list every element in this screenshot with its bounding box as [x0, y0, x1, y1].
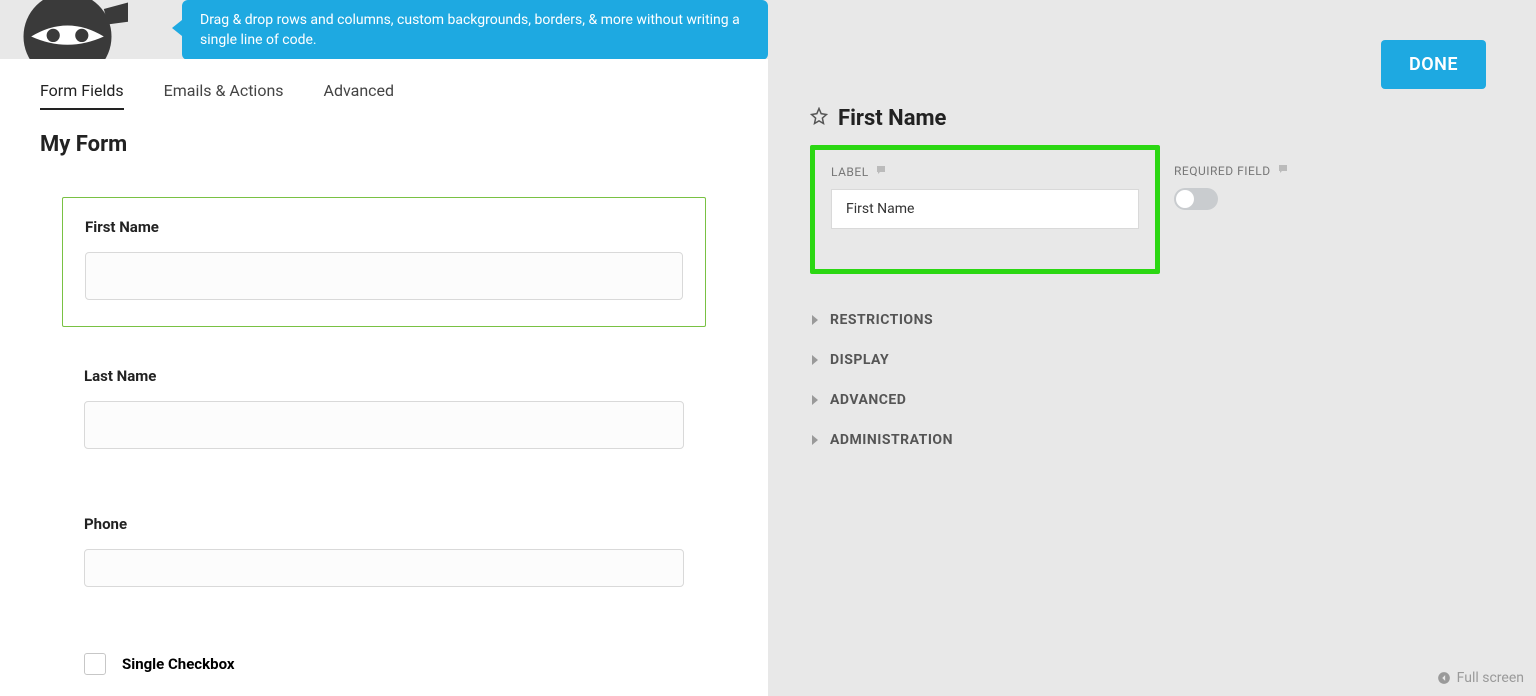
tooltip-text: Drag & drop rows and columns, custom bac… [200, 12, 740, 48]
fullscreen-label: Full screen [1457, 670, 1524, 686]
label-caption-text: LABEL [831, 165, 869, 179]
tab-advanced[interactable]: Advanced [324, 81, 395, 110]
chevron-right-icon [810, 395, 820, 405]
chevron-right-icon [810, 315, 820, 325]
checkbox-icon [84, 653, 106, 675]
required-caption-text: REQUIRED FIELD [1174, 164, 1271, 178]
accordion-label: ADVANCED [830, 392, 906, 408]
chevron-right-icon [810, 355, 820, 365]
accordion-list: RESTRICTIONS DISPLAY ADVANCED ADMINISTRA… [810, 300, 1510, 460]
accordion-label: DISPLAY [830, 352, 889, 368]
tab-emails-actions[interactable]: Emails & Actions [164, 81, 284, 110]
accordion-label: RESTRICTIONS [830, 312, 933, 328]
top-brand-bar: Drag & drop rows and columns, custom bac… [0, 0, 768, 59]
accordion-display[interactable]: DISPLAY [810, 340, 1510, 380]
required-caption: REQUIRED FIELD [1174, 163, 1289, 178]
settings-sidebar: DONE First Name LABEL [768, 0, 1536, 696]
form-canvas: Form Fields Emails & Actions Advanced My… [0, 59, 768, 696]
form-title: My Form [40, 132, 728, 157]
accordion-advanced[interactable]: ADVANCED [810, 380, 1510, 420]
field-phone[interactable]: Phone [62, 495, 706, 613]
field-single-checkbox[interactable]: Single Checkbox [62, 633, 706, 696]
field-list: First Name Last Name Phone Single Checkb… [40, 197, 728, 696]
settings-row: LABEL REQUIRED FIELD [810, 145, 1510, 274]
field-label: Single Checkbox [122, 655, 235, 673]
help-icon[interactable] [1277, 163, 1289, 178]
text-input-preview [84, 549, 684, 587]
label-setting-highlight: LABEL [810, 145, 1160, 274]
fullscreen-toggle[interactable]: Full screen [1437, 670, 1524, 686]
label-input[interactable] [831, 189, 1139, 229]
text-input-preview [84, 401, 684, 449]
sidebar-title-row: First Name [810, 106, 1510, 131]
label-caption: LABEL [831, 164, 1139, 179]
required-setting: REQUIRED FIELD [1174, 145, 1289, 210]
collapse-icon [1437, 671, 1451, 685]
sidebar-title: First Name [838, 106, 946, 131]
field-label: First Name [85, 218, 683, 236]
field-last-name[interactable]: Last Name [62, 347, 706, 475]
accordion-administration[interactable]: ADMINISTRATION [810, 420, 1510, 460]
accordion-label: ADMINISTRATION [830, 432, 953, 448]
field-first-name[interactable]: First Name [62, 197, 706, 327]
required-toggle[interactable] [1174, 188, 1218, 210]
sidebar-inner: First Name LABEL REQUIRED FIELD [810, 106, 1510, 460]
main-tabs: Form Fields Emails & Actions Advanced [40, 81, 728, 110]
text-input-preview [85, 252, 683, 300]
done-button[interactable]: DONE [1381, 40, 1486, 89]
field-label: Phone [84, 515, 684, 533]
star-icon[interactable] [810, 106, 828, 131]
accordion-restrictions[interactable]: RESTRICTIONS [810, 300, 1510, 340]
chevron-right-icon [810, 435, 820, 445]
feature-tooltip: Drag & drop rows and columns, custom bac… [182, 0, 768, 60]
tab-form-fields[interactable]: Form Fields [40, 81, 124, 110]
app-root: Drag & drop rows and columns, custom bac… [0, 0, 1536, 696]
help-icon[interactable] [875, 164, 887, 179]
field-label: Last Name [84, 367, 684, 385]
